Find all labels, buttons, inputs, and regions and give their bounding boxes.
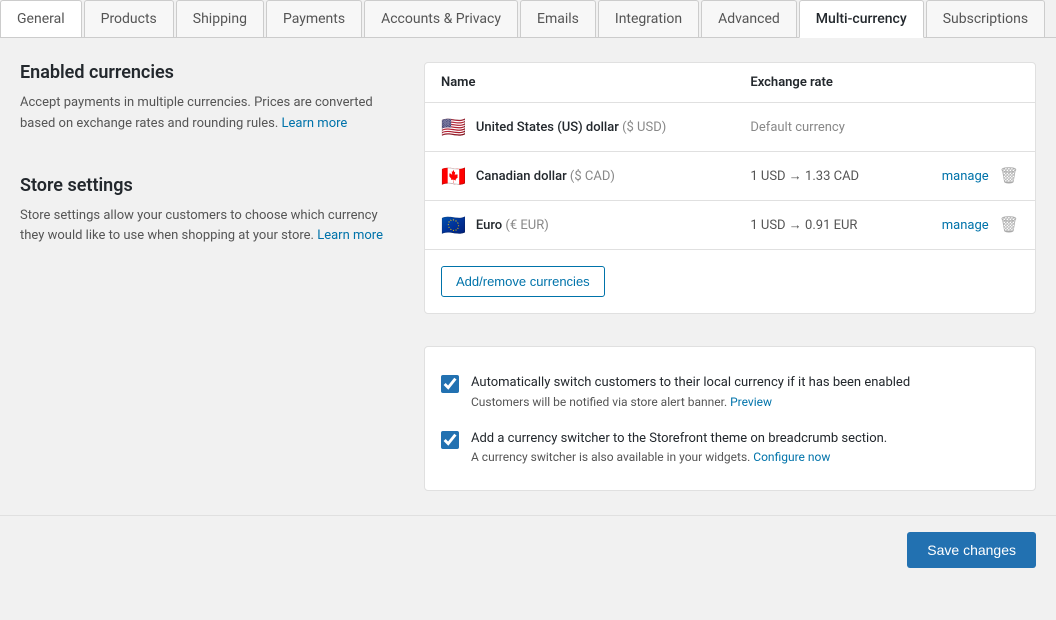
settings-options: Automatically switch customers to their …	[425, 347, 1035, 490]
delete-button-cad[interactable]: 🗑	[999, 166, 1019, 186]
tab-shipping[interactable]: Shipping	[176, 0, 264, 37]
exchange-rate-usd: Default currency	[734, 103, 903, 152]
checkbox-auto-switch[interactable]	[441, 375, 459, 393]
store-settings-description: Store settings allow your customers to c…	[20, 206, 400, 248]
col-header-name: Name	[425, 63, 734, 103]
col-header-actions	[904, 63, 1035, 103]
currency-name-cell-cad: 🇨🇦 Canadian dollar ($ CAD)	[425, 152, 734, 201]
currency-name-cell-usd: 🇺🇸 United States (US) dollar ($ USD)	[425, 103, 734, 152]
store-settings-learn-more[interactable]: Learn more	[317, 228, 383, 243]
flag-cad: 🇨🇦	[441, 166, 466, 186]
tab-advanced[interactable]: Advanced	[701, 0, 797, 37]
manage-link-eur[interactable]: manage	[942, 218, 989, 233]
tab-emails[interactable]: Emails	[520, 0, 596, 37]
currency-label-cad: Canadian dollar ($ CAD)	[476, 169, 615, 184]
col-header-exchange-rate: Exchange rate	[734, 63, 903, 103]
currency-row-usd: 🇺🇸 United States (US) dollar ($ USD) Def…	[425, 103, 1035, 152]
currency-name-cell-eur: 🇪🇺 Euro (€ EUR)	[425, 201, 734, 250]
save-changes-button[interactable]: Save changes	[907, 532, 1036, 568]
currency-row-eur: 🇪🇺 Euro (€ EUR) 1 USD → 0.91 EUR manage …	[425, 201, 1035, 250]
main-content: Enabled currencies Accept payments in mu…	[0, 38, 1056, 515]
setting-label-currency-switcher: Add a currency switcher to the Storefron…	[471, 429, 1019, 449]
checkbox-currency-switcher[interactable]	[441, 431, 459, 449]
tab-payments[interactable]: Payments	[266, 0, 362, 37]
exchange-rate-eur: 1 USD → 0.91 EUR	[734, 201, 903, 250]
tab-subscriptions[interactable]: Subscriptions	[926, 0, 1045, 37]
tab-bar: GeneralProductsShippingPaymentsAccounts …	[0, 0, 1056, 38]
delete-button-eur[interactable]: 🗑	[999, 215, 1019, 235]
currency-label-eur: Euro (€ EUR)	[476, 218, 549, 233]
currency-row-cad: 🇨🇦 Canadian dollar ($ CAD) 1 USD → 1.33 …	[425, 152, 1035, 201]
sublabel-link-currency-switcher[interactable]: Configure now	[753, 450, 830, 464]
enabled-currencies-section: Enabled currencies Accept payments in mu…	[20, 62, 400, 135]
setting-text-currency-switcher: Add a currency switcher to the Storefron…	[471, 429, 1019, 465]
setting-sublabel-auto-switch: Customers will be notified via store ale…	[471, 395, 1019, 409]
tab-general[interactable]: General	[0, 0, 82, 37]
actions-cell-usd	[904, 103, 1035, 152]
tab-accounts-privacy[interactable]: Accounts & Privacy	[364, 0, 518, 37]
exchange-rate-cad: 1 USD → 1.33 CAD	[734, 152, 903, 201]
setting-row-currency-switcher: Add a currency switcher to the Storefron…	[441, 419, 1019, 475]
store-settings-section: Store settings Store settings allow your…	[20, 175, 400, 248]
tab-products[interactable]: Products	[84, 0, 174, 37]
enabled-currencies-title: Enabled currencies	[20, 62, 400, 83]
tab-integration[interactable]: Integration	[598, 0, 699, 37]
store-settings-panel: Automatically switch customers to their …	[424, 346, 1036, 491]
manage-link-cad[interactable]: manage	[942, 169, 989, 184]
checkbox-area-auto-switch	[441, 373, 459, 397]
actions-cell-cad: manage 🗑	[904, 152, 1035, 201]
sidebar: Enabled currencies Accept payments in mu…	[20, 62, 400, 491]
store-settings-title: Store settings	[20, 175, 400, 196]
enabled-currencies-description: Accept payments in multiple currencies. …	[20, 93, 400, 135]
footer: Save changes	[0, 515, 1056, 584]
currency-table: Name Exchange rate 🇺🇸 United States (US)…	[425, 63, 1035, 249]
tab-multi-currency[interactable]: Multi-currency	[799, 0, 924, 38]
checkbox-area-currency-switcher	[441, 429, 459, 453]
sublabel-link-auto-switch[interactable]: Preview	[730, 395, 772, 409]
flag-eur: 🇪🇺	[441, 215, 466, 235]
flag-usd: 🇺🇸	[441, 117, 466, 137]
currency-label-usd: United States (US) dollar ($ USD)	[476, 120, 666, 135]
actions-cell-eur: manage 🗑	[904, 201, 1035, 250]
add-remove-currencies-button[interactable]: Add/remove currencies	[441, 266, 605, 297]
setting-text-auto-switch: Automatically switch customers to their …	[471, 373, 1019, 409]
currencies-panel: Name Exchange rate 🇺🇸 United States (US)…	[424, 62, 1036, 314]
setting-sublabel-currency-switcher: A currency switcher is also available in…	[471, 450, 1019, 464]
add-remove-section: Add/remove currencies	[425, 249, 1035, 313]
setting-label-auto-switch: Automatically switch customers to their …	[471, 373, 1019, 393]
setting-row-auto-switch: Automatically switch customers to their …	[441, 363, 1019, 419]
enabled-currencies-learn-more[interactable]: Learn more	[282, 116, 348, 131]
